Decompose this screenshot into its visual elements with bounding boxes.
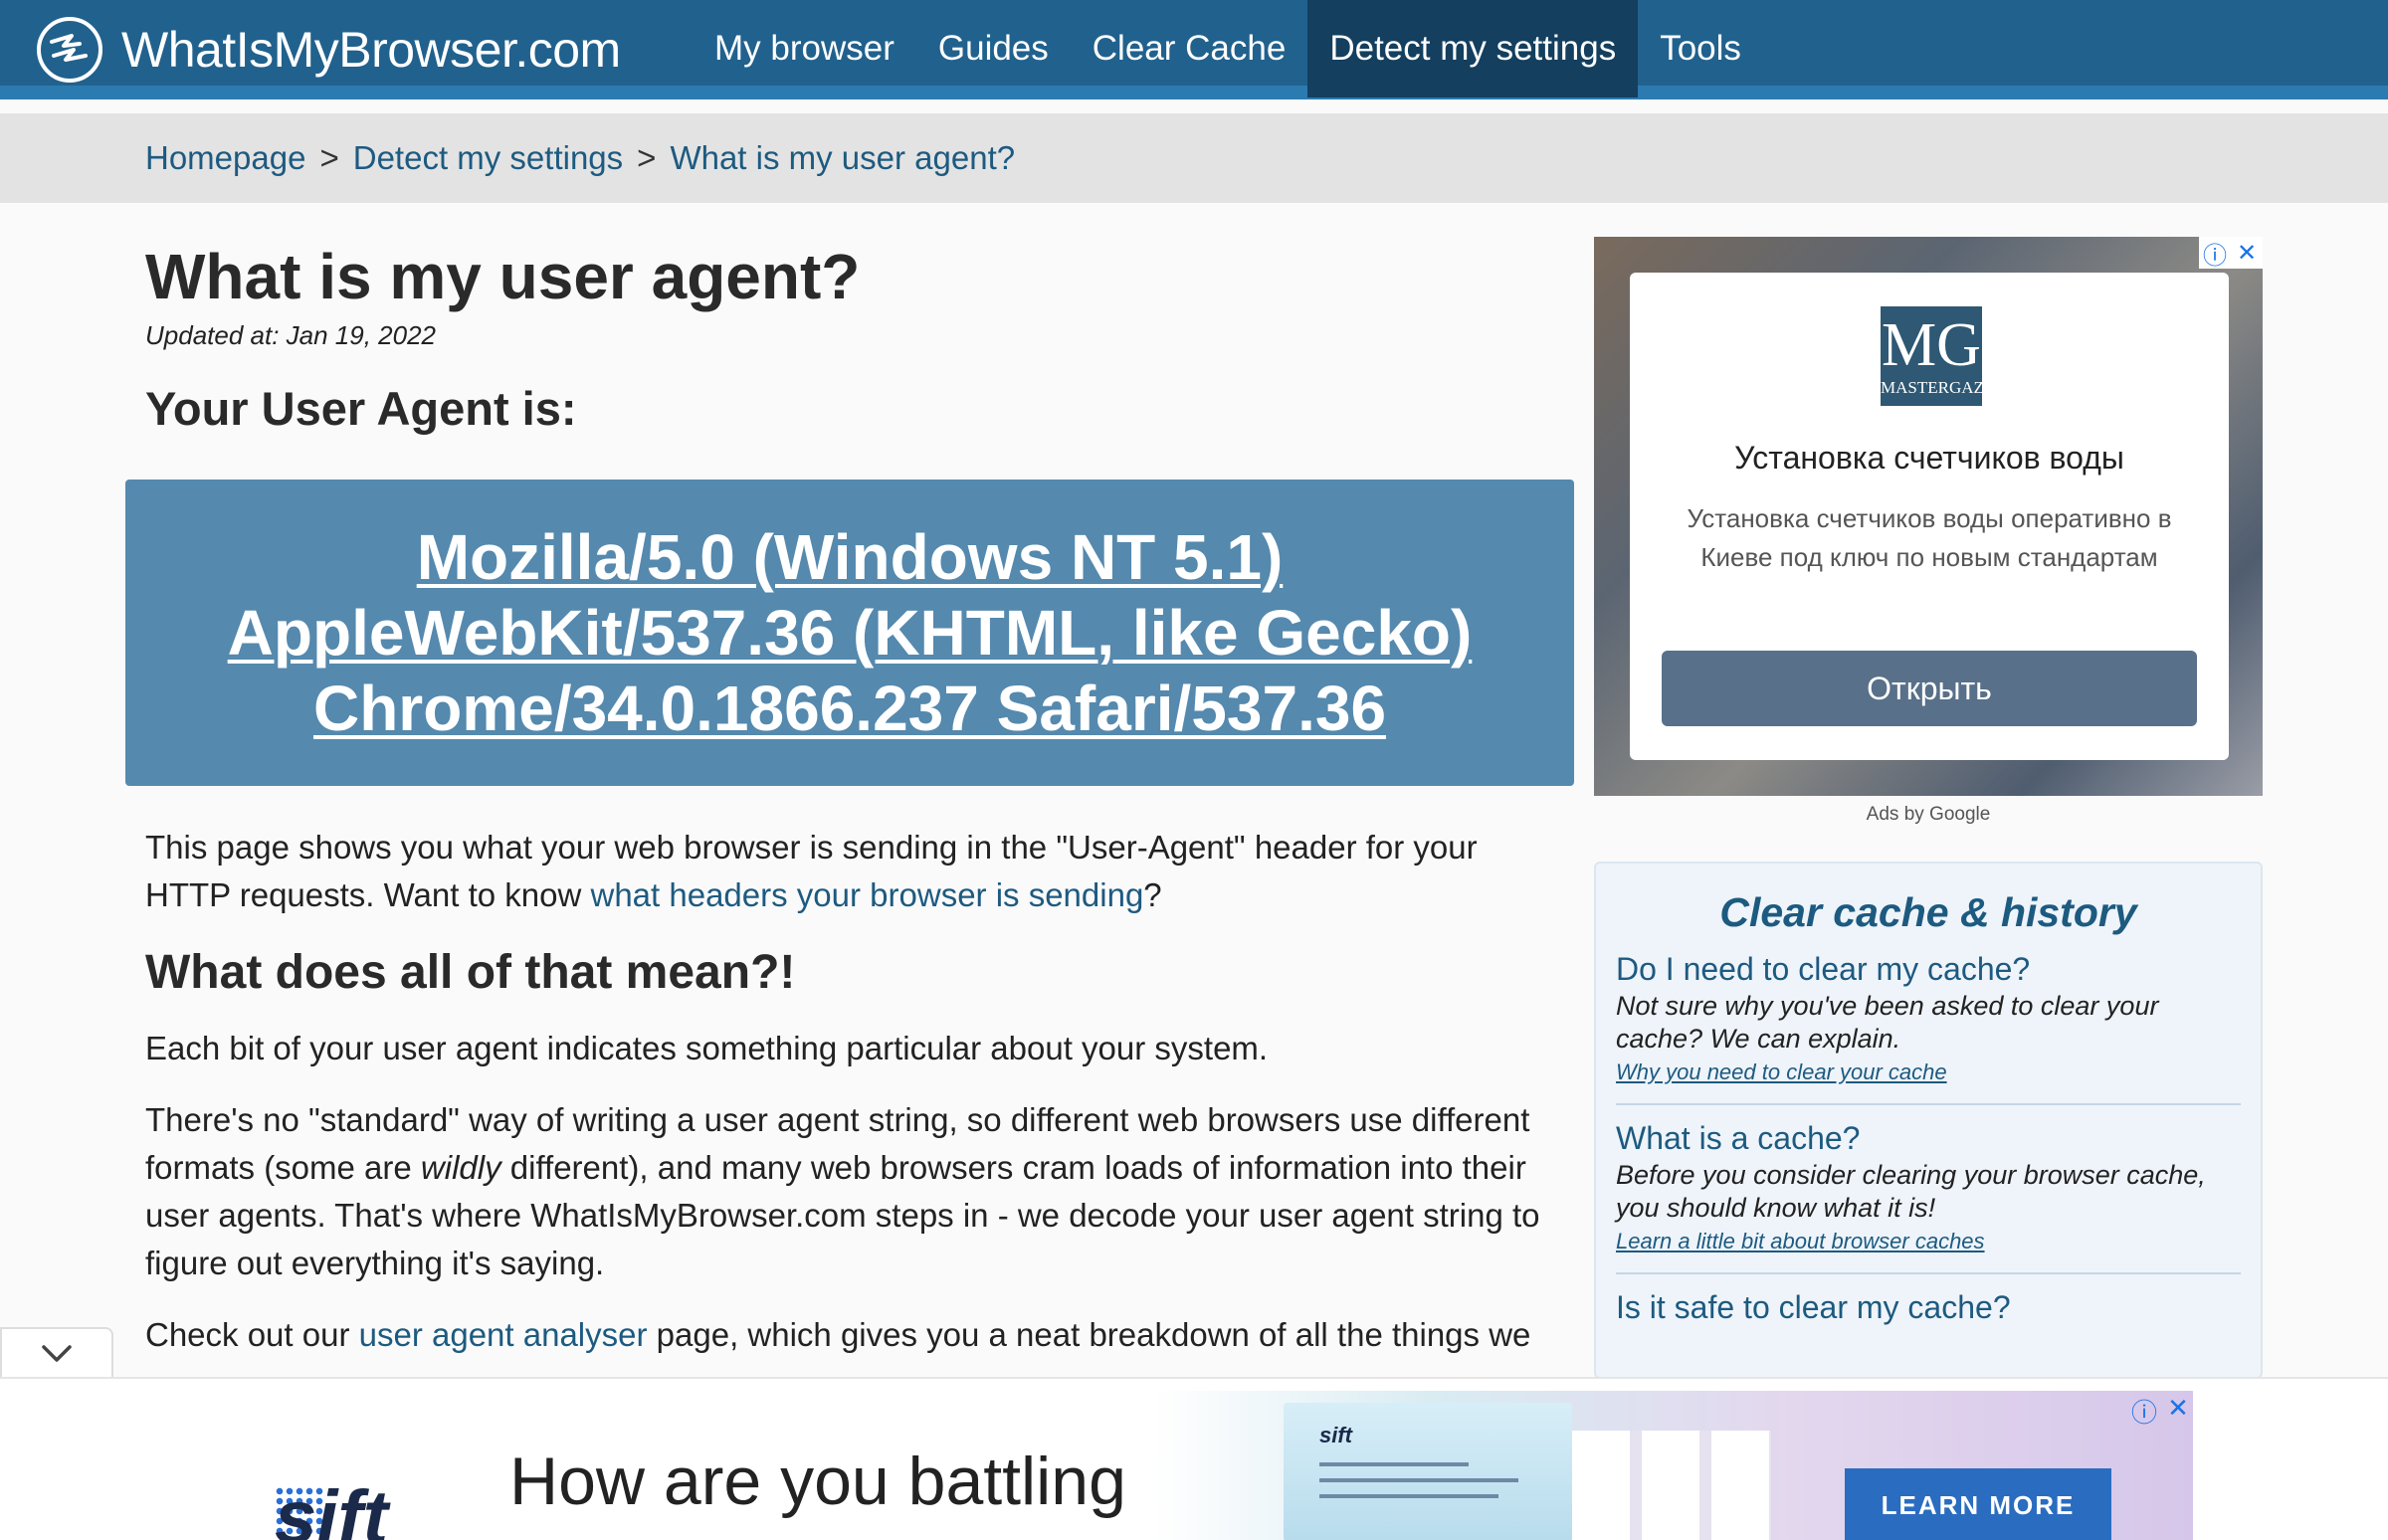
ads-by-google: Ads by Google [1866, 804, 1991, 825]
section-heading: What does all of that mean?! [145, 946, 796, 999]
ad-info-icon[interactable]: ⓘ [2199, 237, 2231, 270]
breadcrumb-current-page[interactable]: What is my user agent? [670, 139, 1015, 177]
promo-pages-image [1572, 1431, 1771, 1540]
logo-mark: MG [1882, 311, 1981, 379]
nav-guides[interactable]: Guides [916, 0, 1071, 97]
user-agent-string-link[interactable]: Mozilla/5.0 (Windows NT 5.1) AppleWebKit… [165, 519, 1534, 746]
nav-detect-my-settings[interactable]: Detect my settings [1307, 0, 1639, 97]
cache-answer: Not sure why you've been asked to clear … [1616, 991, 2159, 1054]
intro-text-end: ? [1143, 876, 1162, 913]
ad-close-icon[interactable]: ✕ [2163, 1393, 2193, 1430]
paragraph-3-text: Check out our [145, 1316, 359, 1353]
user-agent-box: Mozilla/5.0 (Windows NT 5.1) AppleWebKit… [125, 480, 1574, 786]
breadcrumb-detect-my-settings[interactable]: Detect my settings [353, 139, 623, 177]
promo-card: sift [1284, 1403, 1572, 1540]
breadcrumb-homepage[interactable]: Homepage [145, 139, 305, 177]
top-navbar: WhatIsMyBrowser.com My browser Guides Cl… [0, 0, 2388, 99]
breadcrumb-separator: > [319, 139, 339, 176]
updated-date: Updated at: Jan 19, 2022 [145, 320, 437, 350]
nav-my-browser[interactable]: My browser [693, 0, 916, 97]
chevron-down-icon [42, 1345, 72, 1362]
bottom-ad-banner[interactable]: sift How are you battling sift LEARN MOR… [195, 1391, 2193, 1540]
logo-icon [37, 17, 102, 83]
cache-answer: Before you consider clearing your browse… [1616, 1160, 2206, 1223]
logo-wordmark: MASTERGAZ [1881, 378, 1984, 397]
site-name: WhatIsMyBrowser.com [121, 22, 621, 78]
cache-question-link[interactable]: Do I need to clear my cache? [1616, 951, 2030, 987]
bottom-anchor-ad: sift How are you battling sift LEARN MOR… [0, 1377, 2388, 1540]
ad-close-icon[interactable]: ✕ [2231, 237, 2263, 269]
bottom-ad-headline: How are you battling [509, 1444, 1126, 1519]
cache-question-link[interactable]: What is a cache? [1616, 1120, 1860, 1156]
mastergaz-logo: MG MASTERGAZ [1881, 306, 1984, 406]
promo-text-line [1319, 1478, 1518, 1482]
list-item: Do I need to clear my cache? Not sure wh… [1616, 936, 2241, 1105]
user-agent-analyser-link[interactable]: user agent analyser [359, 1316, 648, 1353]
promo-text-line [1319, 1462, 1469, 1466]
main-nav: My browser Guides Clear Cache Detect my … [693, 0, 1763, 99]
bottom-ad-controls: ⓘ ✕ [2129, 1393, 2193, 1430]
cache-more-link[interactable]: Why you need to clear your cache [1616, 1059, 2241, 1085]
page-title: What is my user agent? [145, 241, 861, 312]
paragraph-3: Check out our user agent analyser page, … [145, 1311, 1558, 1359]
list-item: Is it safe to clear my cache? [1616, 1274, 2241, 1346]
learn-more-button[interactable]: LEARN MORE [1845, 1468, 2111, 1540]
site-logo[interactable]: WhatIsMyBrowser.com [36, 14, 621, 86]
paragraph-2: There's no "standard" way of writing a u… [145, 1096, 1558, 1287]
list-item: What is a cache? Before you consider cle… [1616, 1105, 2241, 1274]
promo-text-line [1319, 1494, 1498, 1498]
ad-collapse-toggle[interactable] [0, 1327, 113, 1379]
cache-panel-title: Clear cache & history [1719, 889, 2137, 935]
ad-title: Установка счетчиков воды [1734, 440, 2124, 476]
main-content: What is my user agent? Updated at: Jan 1… [145, 235, 1558, 436]
paragraph-3-text-end: page, which gives you a neat breakdown o… [647, 1316, 1531, 1353]
ad-controls: ⓘ ✕ [2199, 237, 2263, 270]
paragraph-1: Each bit of your user agent indicates so… [145, 1030, 1269, 1066]
nav-tools[interactable]: Tools [1638, 0, 1763, 97]
article-body: This page shows you what your web browse… [145, 824, 1558, 1383]
cache-more-link[interactable]: Learn a little bit about browser caches [1616, 1229, 2241, 1254]
cache-question-link[interactable]: Is it safe to clear my cache? [1616, 1289, 2011, 1325]
user-agent-heading: Your User Agent is: [145, 382, 577, 435]
breadcrumb-bar: Homepage > Detect my settings > What is … [0, 113, 2388, 203]
paragraph-2-emphasis: wildly [420, 1149, 501, 1186]
breadcrumb-separator: > [637, 139, 657, 176]
sift-logo: sift [275, 1475, 388, 1540]
ad-card[interactable]: MG MASTERGAZ Установка счетчиков воды Ус… [1630, 273, 2229, 760]
ad-open-button[interactable]: Открыть [1662, 651, 2197, 726]
promo-tag: sift [1319, 1423, 1352, 1447]
ad-info-icon[interactable]: ⓘ [2129, 1393, 2159, 1430]
ad-description: Установка счетчиков воды оперативно в Ки… [1687, 503, 2172, 572]
intro-paragraph: This page shows you what your web browse… [145, 824, 1558, 919]
nav-clear-cache[interactable]: Clear Cache [1071, 0, 1308, 97]
breadcrumb: Homepage > Detect my settings > What is … [145, 139, 1015, 177]
headers-link[interactable]: what headers your browser is sending [591, 876, 1144, 913]
sidebar-ad[interactable]: ⓘ ✕ MG MASTERGAZ Установка счетчиков вод… [1594, 237, 2263, 796]
clear-cache-panel: Clear cache & history Do I need to clear… [1594, 862, 2263, 1379]
